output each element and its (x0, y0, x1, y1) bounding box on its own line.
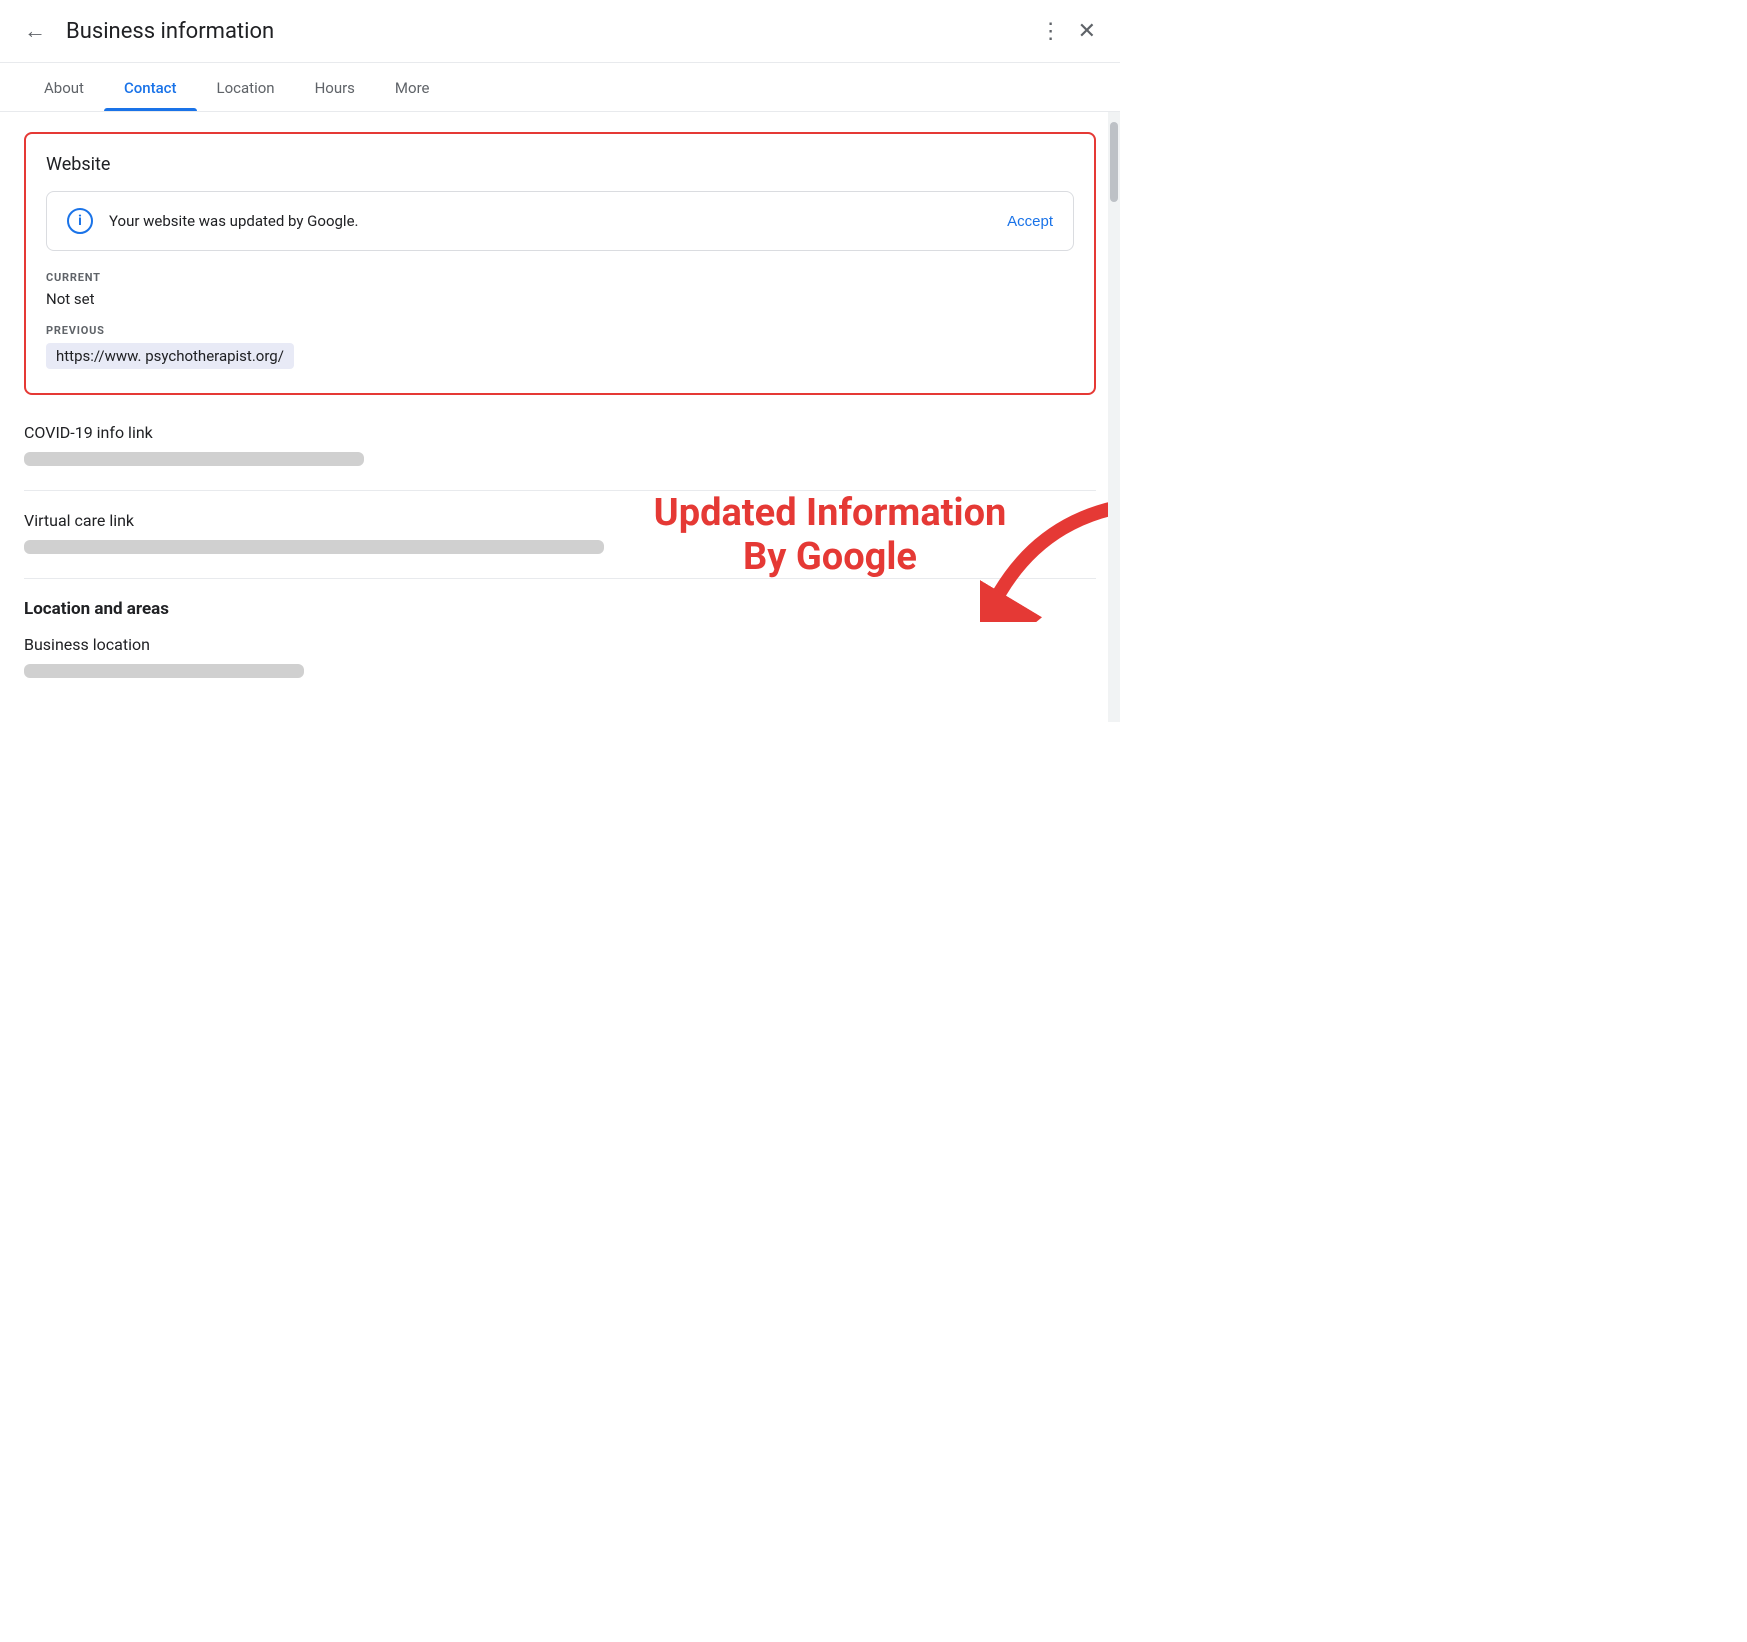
tab-about[interactable]: About (24, 63, 104, 111)
scrollbar-thumb[interactable] (1110, 122, 1118, 202)
location-areas-section: Location and areas Business location (24, 599, 1096, 678)
website-section-title: Website (46, 154, 1074, 175)
current-value: Not set (46, 290, 1074, 308)
header: ← Business information ⋮ ✕ (0, 0, 1120, 63)
website-section: Website i Your website was updated by Go… (24, 132, 1096, 395)
tabs-bar: About Contact Location Hours More (0, 63, 1120, 112)
covid-blurred-url (24, 452, 364, 466)
google-update-banner: i Your website was updated by Google. Ac… (46, 191, 1074, 251)
virtual-care-section: Virtual care link (24, 511, 1096, 554)
covid-section: COVID-19 info link (24, 423, 1096, 466)
banner-text: Your website was updated by Google. (109, 212, 1007, 230)
accept-button[interactable]: Accept (1007, 213, 1053, 230)
divider-2 (24, 578, 1096, 579)
tab-location[interactable]: Location (197, 63, 295, 111)
info-icon: i (67, 208, 93, 234)
location-areas-title: Location and areas (24, 599, 1096, 619)
current-label: CURRENT (46, 271, 1074, 284)
previous-url: https://www. psychotherapist.org/ (46, 343, 294, 369)
header-actions: ⋮ ✕ (1040, 19, 1096, 44)
close-icon[interactable]: ✕ (1078, 19, 1096, 44)
page-title: Business information (66, 19, 1040, 44)
virtual-care-blurred-url (24, 540, 604, 554)
business-location-blurred (24, 664, 304, 678)
tab-contact[interactable]: Contact (104, 63, 197, 111)
covid-title: COVID-19 info link (24, 423, 1096, 442)
back-button[interactable]: ← (24, 18, 46, 44)
scrollbar-track[interactable] (1108, 112, 1120, 722)
tab-more[interactable]: More (375, 63, 450, 111)
content-area: Website i Your website was updated by Go… (0, 112, 1120, 722)
more-options-icon[interactable]: ⋮ (1040, 19, 1062, 44)
main-wrapper: Website i Your website was updated by Go… (0, 112, 1120, 722)
divider-1 (24, 490, 1096, 491)
tab-hours[interactable]: Hours (295, 63, 375, 111)
virtual-care-title: Virtual care link (24, 511, 1096, 530)
business-location-title: Business location (24, 635, 1096, 654)
previous-label: PREVIOUS (46, 324, 1074, 337)
